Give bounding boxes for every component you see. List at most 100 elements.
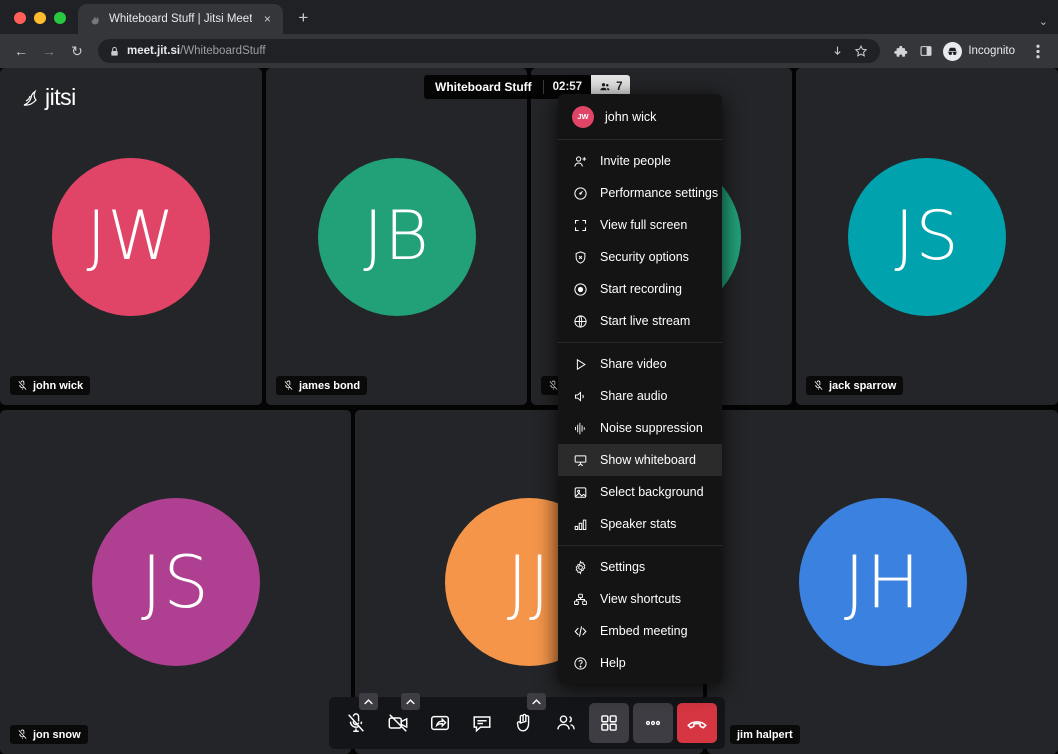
local-participant-name: john wick [605, 110, 656, 124]
menu-item-view-shortcuts[interactable]: View shortcuts [558, 583, 722, 615]
new-tab-button[interactable]: + [290, 5, 316, 31]
nameplate: james bond [276, 376, 367, 395]
incognito-profile-button[interactable]: Incognito [940, 39, 1024, 63]
meeting-subject[interactable]: Whiteboard Stuff [424, 75, 543, 99]
overflow-menu: JW john wick Invite people [558, 94, 722, 684]
video-tile-jack-sparrow[interactable]: JS jack sparrow [796, 68, 1058, 405]
overflow-menu-group-3: Settings View shortcuts [558, 545, 722, 684]
help-icon [572, 655, 588, 671]
video-tile-jon-snow[interactable]: JS jon snow [0, 410, 351, 754]
address-bar[interactable]: meet.jit.si/WhiteboardStuff [98, 39, 880, 63]
video-settings-chevron-up-icon[interactable] [401, 693, 420, 710]
forward-button[interactable]: → [36, 38, 62, 64]
menu-item-label: Share video [600, 357, 667, 371]
browser-tab[interactable]: Whiteboard Stuff | Jitsi Meet × [78, 4, 283, 34]
avatar: JW [52, 158, 210, 316]
tile-view-button[interactable] [589, 703, 629, 743]
reactions-chevron-up-icon[interactable] [527, 693, 546, 710]
mic-muted-icon [17, 380, 28, 391]
video-tile-james-bond[interactable]: JB james bond [266, 68, 527, 405]
camera-muted-icon [387, 712, 409, 734]
address-bar-url: meet.jit.si/WhiteboardStuff [127, 45, 266, 57]
avatar: JS [848, 158, 1006, 316]
avatar: JW [572, 106, 594, 128]
minimize-window-button[interactable] [34, 12, 46, 24]
screen-share-icon [429, 712, 451, 734]
share-download-icon[interactable] [831, 45, 844, 58]
hangup-button[interactable] [677, 703, 717, 743]
speaker-icon [572, 388, 588, 404]
menu-item-view-full-screen[interactable]: View full screen [558, 209, 722, 241]
more-actions-button[interactable] [633, 703, 673, 743]
raised-hand-icon [513, 712, 535, 734]
share-screen-button[interactable] [421, 704, 459, 742]
star-icon[interactable] [854, 44, 868, 58]
chat-button[interactable] [463, 704, 501, 742]
jitsi-watermark-logo[interactable]: jitsi [18, 84, 76, 111]
menu-item-label: Show whiteboard [600, 453, 696, 467]
participant-name: jim halpert [737, 729, 793, 741]
mic-muted-icon [283, 380, 294, 391]
camera-muted-button[interactable] [379, 704, 417, 742]
reload-button[interactable]: ↻ [64, 38, 90, 64]
maximize-window-button[interactable] [54, 12, 66, 24]
overflow-menu-group-1: Invite people Performance settings [558, 140, 722, 342]
participants-button[interactable] [547, 704, 585, 742]
menu-item-label: Speaker stats [600, 517, 676, 531]
mic-muted-icon [17, 729, 28, 740]
mic-muted-icon [345, 712, 367, 734]
menu-item-noise-suppression[interactable]: Noise suppression [558, 412, 722, 444]
menu-item-share-audio[interactable]: Share audio [558, 380, 722, 412]
side-panel-icon[interactable] [914, 39, 938, 63]
microphone-muted-button[interactable] [337, 704, 375, 742]
menu-item-speaker-stats[interactable]: Speaker stats [558, 508, 722, 540]
participant-name: james bond [299, 380, 360, 392]
menu-item-help[interactable]: Help [558, 647, 722, 679]
raise-hand-button[interactable] [505, 704, 543, 742]
jitsi-favicon [88, 12, 102, 26]
menu-item-label: Help [600, 656, 626, 670]
menu-item-label: Start recording [600, 282, 682, 296]
fullscreen-icon [572, 217, 588, 233]
back-button[interactable]: ← [8, 38, 34, 64]
add-person-icon [572, 153, 588, 169]
audio-settings-chevron-up-icon[interactable] [359, 693, 378, 710]
mic-muted-icon [813, 380, 824, 391]
menu-item-label: Embed meeting [600, 624, 688, 638]
gauge-icon [572, 185, 588, 201]
jitsi-meeting-stage: jitsi JW john wick JB james [0, 68, 1058, 754]
incognito-label: Incognito [968, 45, 1015, 57]
menu-item-label: Start live stream [600, 314, 690, 328]
kebab-menu-icon[interactable] [1026, 39, 1050, 63]
image-icon [572, 484, 588, 500]
participant-count: 7 [616, 81, 622, 93]
menu-item-settings[interactable]: Settings [558, 551, 722, 583]
menu-item-label: Select background [600, 485, 704, 499]
menu-item-start-recording[interactable]: Start recording [558, 273, 722, 305]
menu-item-performance-settings[interactable]: Performance settings [558, 177, 722, 209]
extensions-puzzle-icon[interactable] [888, 39, 912, 63]
menu-item-select-background[interactable]: Select background [558, 476, 722, 508]
video-tile-jim-halpert[interactable]: JH jim halpert [707, 410, 1058, 754]
menu-item-share-video[interactable]: Share video [558, 348, 722, 380]
hangup-phone-icon [686, 712, 708, 734]
lock-icon [109, 46, 120, 57]
nameplate: jack sparrow [806, 376, 903, 395]
video-tile-john-wick[interactable]: JW john wick [0, 68, 262, 405]
menu-item-label: View full screen [600, 218, 687, 232]
menu-item-start-live-stream[interactable]: Start live stream [558, 305, 722, 337]
tab-list-chevron-down-icon[interactable]: ⌄ [1039, 15, 1048, 28]
close-tab-button[interactable]: × [259, 11, 275, 27]
overflow-menu-header[interactable]: JW john wick [558, 94, 722, 140]
avatar: JS [92, 498, 260, 666]
window-controls [0, 12, 78, 34]
close-window-button[interactable] [14, 12, 26, 24]
menu-item-label: Performance settings [600, 186, 718, 200]
url-host: meet.jit.si [127, 45, 180, 57]
people-icon [599, 81, 611, 93]
menu-item-security-options[interactable]: Security options [558, 241, 722, 273]
menu-item-invite-people[interactable]: Invite people [558, 145, 722, 177]
menu-item-embed-meeting[interactable]: Embed meeting [558, 615, 722, 647]
menu-item-label: View shortcuts [600, 592, 681, 606]
menu-item-show-whiteboard[interactable]: Show whiteboard [558, 444, 722, 476]
